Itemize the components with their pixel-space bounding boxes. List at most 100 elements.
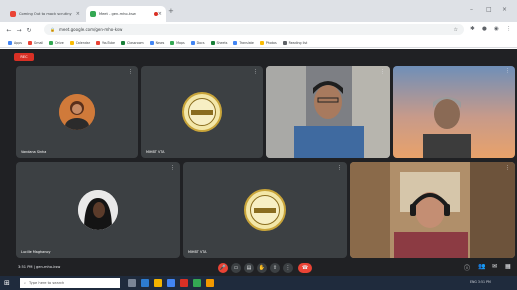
tab-inactive[interactable]: Coming Out to mock scrutiny × <box>6 6 84 22</box>
star-icon[interactable]: ☆ <box>454 27 458 33</box>
participant-name: MIHBT VTA <box>146 150 165 154</box>
menu-icon[interactable]: ⋮ <box>506 26 512 32</box>
bookmark-item[interactable]: News <box>149 40 165 45</box>
bookmark-item[interactable]: Docs <box>190 40 205 45</box>
more-options-icon[interactable]: ⋮ <box>380 69 385 75</box>
bookmark-item[interactable]: Photos <box>259 40 277 45</box>
people-icon[interactable]: 👥 <box>478 263 485 270</box>
bookmark-item[interactable]: Calendar <box>69 40 91 45</box>
bookmark-label: Drive <box>55 40 64 45</box>
back-icon[interactable]: ← <box>4 27 14 34</box>
participant-tile[interactable]: ⋮ Vandana Sinha <box>16 66 138 158</box>
bookmark-favicon-icon <box>282 40 287 45</box>
window-close-icon[interactable]: × <box>502 6 507 13</box>
participant-video-tile[interactable]: ⋮ <box>350 162 515 258</box>
bookmark-label: News <box>155 40 165 45</box>
more-options-icon[interactable]: ⋮ <box>283 263 293 273</box>
bookmark-favicon-icon <box>8 40 12 45</box>
more-options-icon[interactable]: ⋮ <box>170 165 175 171</box>
bookmark-favicon-icon <box>190 40 195 45</box>
app-icon[interactable] <box>180 279 188 287</box>
bookmark-item[interactable]: Drive <box>49 40 64 45</box>
close-icon[interactable]: × <box>76 11 80 17</box>
file-explorer-icon[interactable] <box>154 279 162 287</box>
participant-tile[interactable]: ⋮ Lucille Maghanoy <box>16 162 180 258</box>
bookmark-label: Docs <box>196 40 205 45</box>
institution-emblem-icon <box>244 189 286 231</box>
participant-name: Lucille Maghanoy <box>21 250 51 254</box>
bookmark-item[interactable]: Classroom <box>121 40 144 45</box>
forward-icon[interactable]: → <box>14 27 24 34</box>
chat-icon[interactable]: ✉ <box>492 263 497 270</box>
end-call-icon[interactable]: ☎ <box>298 263 312 273</box>
profile-icon[interactable]: ● <box>482 26 487 32</box>
avatar <box>78 190 118 230</box>
institution-emblem-icon <box>182 92 222 132</box>
google-icon[interactable]: ◉ <box>494 26 499 32</box>
present-icon[interactable]: ⇧ <box>270 263 280 273</box>
new-tab-icon[interactable]: + <box>168 7 174 15</box>
more-options-icon[interactable]: ⋮ <box>253 69 258 75</box>
extension-icon[interactable]: ✱ <box>470 26 475 32</box>
bookmark-favicon-icon <box>233 40 238 45</box>
participant-video <box>350 162 515 258</box>
maximize-icon[interactable]: □ <box>486 6 492 13</box>
bookmark-label: Classroom <box>127 40 144 45</box>
bookmark-item[interactable]: YouTube <box>96 40 115 45</box>
chrome-icon[interactable] <box>167 279 175 287</box>
participant-name: Vandana Sinha <box>21 150 47 154</box>
minimize-icon[interactable]: – <box>470 6 473 13</box>
task-view-icon[interactable] <box>128 279 136 287</box>
captions-icon[interactable]: ▤ <box>244 263 254 273</box>
taskbar-search-input[interactable]: ⌕ Type here to search <box>20 278 120 288</box>
bookmark-label: Maps <box>176 40 185 45</box>
bookmark-item[interactable]: Maps <box>170 40 185 45</box>
bookmark-label: Apps <box>14 40 22 45</box>
app-icon[interactable] <box>206 279 214 287</box>
more-options-icon[interactable]: ⋮ <box>505 68 510 74</box>
bookmark-item[interactable]: Sheets <box>210 40 227 45</box>
bookmarks-bar: Apps Gmail Drive Calendar YouTube Classroom Ne… <box>0 38 517 48</box>
bookmark-item[interactable]: Reading list <box>282 40 308 45</box>
participant-video-tile[interactable]: ⋮ <box>266 66 390 158</box>
close-icon[interactable]: × <box>158 11 162 17</box>
recording-dot-icon <box>154 12 158 16</box>
mic-icon[interactable]: 🎤 <box>218 263 228 273</box>
activities-icon[interactable]: ▦ <box>505 263 511 270</box>
bookmark-favicon-icon <box>170 40 175 45</box>
more-options-icon[interactable]: ⋮ <box>505 165 510 171</box>
bookmark-label: Calendar <box>75 40 91 45</box>
edge-icon[interactable] <box>141 279 149 287</box>
tab-title: Coming Out to mock scrutiny <box>19 12 72 16</box>
participant-tile[interactable]: ⋮ MIHBT VTA <box>141 66 263 158</box>
bookmark-item[interactable]: Gmail <box>27 40 43 45</box>
raise-hand-icon[interactable]: ✋ <box>257 263 267 273</box>
bookmark-item[interactable]: Translate <box>233 40 254 45</box>
tab-title: Meet - gen-mho-ksw <box>99 12 136 16</box>
bookmark-favicon-icon <box>210 40 215 45</box>
bookmark-label: Photos <box>265 40 277 45</box>
bookmark-label: Translate <box>239 40 254 45</box>
bookmark-favicon-icon <box>121 40 126 45</box>
participant-tile[interactable]: ⋮ MIHBT VTA <box>183 162 347 258</box>
windows-start-icon[interactable]: ⊞ <box>4 279 10 287</box>
tab-favicon-icon <box>90 11 96 17</box>
participant-video-tile[interactable]: ⋮ <box>393 66 515 158</box>
bookmark-favicon-icon <box>149 40 154 45</box>
bookmark-item[interactable]: Apps <box>8 40 22 45</box>
reload-icon[interactable]: ↻ <box>24 27 34 34</box>
bookmark-favicon-icon <box>69 40 74 45</box>
search-placeholder: Type here to search <box>29 281 65 285</box>
lock-icon: 🔒 <box>50 27 55 32</box>
app-icon[interactable] <box>193 279 201 287</box>
camera-icon[interactable]: ▭ <box>231 263 241 273</box>
address-bar[interactable]: 🔒 meet.google.com/gen-mho-ksw ☆ <box>44 24 464 35</box>
avatar <box>59 94 95 130</box>
participant-name: MIHBT VTA <box>188 250 207 254</box>
more-options-icon[interactable]: ⋮ <box>337 165 342 171</box>
more-options-icon[interactable]: ⋮ <box>128 69 133 75</box>
bookmark-favicon-icon <box>259 40 264 45</box>
bookmark-label: Reading list <box>288 40 308 45</box>
info-icon[interactable]: ⓘ <box>464 263 470 272</box>
participant-video <box>393 66 515 158</box>
